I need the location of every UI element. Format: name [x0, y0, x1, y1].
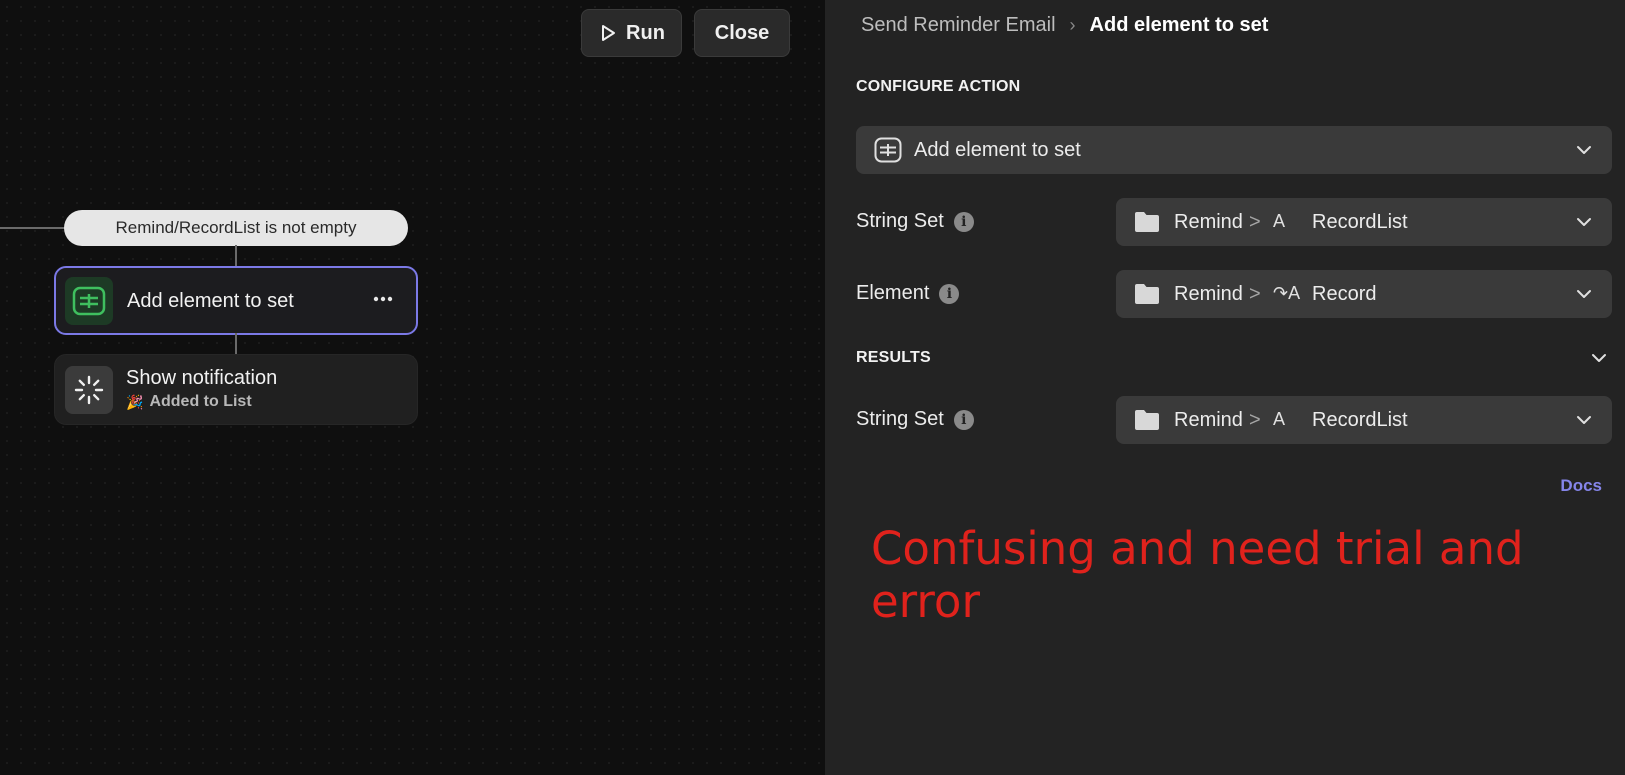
- party-popper-icon: 🎉: [126, 393, 144, 410]
- configure-action-heading: CONFIGURE ACTION: [856, 78, 1021, 95]
- chevron-down-icon: [1577, 146, 1591, 154]
- docs-link[interactable]: Docs: [1560, 476, 1602, 496]
- path-group: Remind: [1174, 283, 1243, 305]
- folder-icon: [1135, 212, 1159, 232]
- path-value: Record: [1312, 283, 1377, 305]
- play-icon: [602, 25, 616, 41]
- path-separator-icon: >: [1249, 283, 1261, 305]
- field-label-result-string-set: String Set i: [856, 408, 974, 431]
- condition-pill[interactable]: Remind/RecordList is not empty: [64, 210, 408, 246]
- string-type-icon: A: [1273, 211, 1286, 231]
- loading-spinner-icon: [65, 366, 113, 414]
- run-button[interactable]: Run: [581, 9, 682, 57]
- field-label-text: String Set: [856, 408, 944, 430]
- config-panel: Send Reminder Email › Add element to set…: [825, 0, 1625, 775]
- breadcrumb: Send Reminder Email › Add element to set: [861, 14, 1268, 37]
- action-select-value: Add element to set: [914, 138, 1081, 161]
- set-add-icon: [874, 137, 902, 163]
- node-show-notification[interactable]: Show notification 🎉 Added to List: [54, 354, 418, 425]
- notification-text: Added to List: [149, 393, 252, 410]
- node-subtitle: 🎉 Added to List: [126, 393, 252, 411]
- field-label-text: Element: [856, 282, 930, 304]
- node-title: Show notification: [126, 367, 278, 389]
- folder-icon: [1135, 410, 1159, 430]
- chevron-down-icon: [1577, 416, 1591, 424]
- string-element-type-icon: ↷A: [1273, 283, 1301, 303]
- chevron-down-icon: [1577, 218, 1591, 226]
- run-label: Run: [626, 21, 665, 44]
- breadcrumb-separator: ›: [1069, 15, 1076, 35]
- info-icon[interactable]: i: [939, 283, 960, 304]
- path-value: RecordList: [1312, 409, 1408, 431]
- workflow-canvas[interactable]: Run Close Remind/RecordList is not empty…: [0, 0, 825, 775]
- string-type-icon: A: [1273, 409, 1286, 429]
- more-icon[interactable]: [370, 286, 396, 312]
- path-group: Remind: [1174, 409, 1243, 431]
- string-set-select[interactable]: Remind > A RecordList: [1116, 198, 1612, 246]
- close-label: Close: [714, 21, 770, 44]
- result-string-set-select[interactable]: Remind > A RecordList: [1116, 396, 1612, 444]
- path-separator-icon: >: [1249, 409, 1261, 431]
- action-select[interactable]: Add element to set: [856, 126, 1612, 174]
- node-add-element-to-set[interactable]: Add element to set: [54, 266, 418, 335]
- path-group: Remind: [1174, 211, 1243, 233]
- chevron-down-icon: [1577, 290, 1591, 298]
- breadcrumb-parent[interactable]: Send Reminder Email: [861, 14, 1056, 37]
- connector-line: [235, 333, 237, 355]
- connector-line: [0, 227, 66, 229]
- field-label-text: String Set: [856, 210, 944, 232]
- field-label-string-set: String Set i: [856, 210, 974, 233]
- folder-icon: [1135, 284, 1159, 304]
- close-button[interactable]: Close: [694, 9, 790, 57]
- set-add-icon: [65, 277, 113, 325]
- field-label-element: Element i: [856, 282, 960, 305]
- path-separator-icon: >: [1249, 211, 1261, 233]
- breadcrumb-current: Add element to set: [1089, 14, 1269, 36]
- condition-label: Remind/RecordList is not empty: [115, 218, 357, 237]
- results-heading: RESULTS: [856, 349, 931, 366]
- node-title: Add element to set: [127, 290, 294, 312]
- info-icon[interactable]: i: [953, 211, 974, 232]
- info-icon[interactable]: i: [953, 409, 974, 430]
- annotation-text: Confusing and need trial and error: [871, 522, 1524, 628]
- chevron-down-icon[interactable]: [1589, 348, 1609, 368]
- element-select[interactable]: Remind > ↷A Record: [1116, 270, 1612, 318]
- path-value: RecordList: [1312, 211, 1408, 233]
- connector-line: [235, 245, 237, 267]
